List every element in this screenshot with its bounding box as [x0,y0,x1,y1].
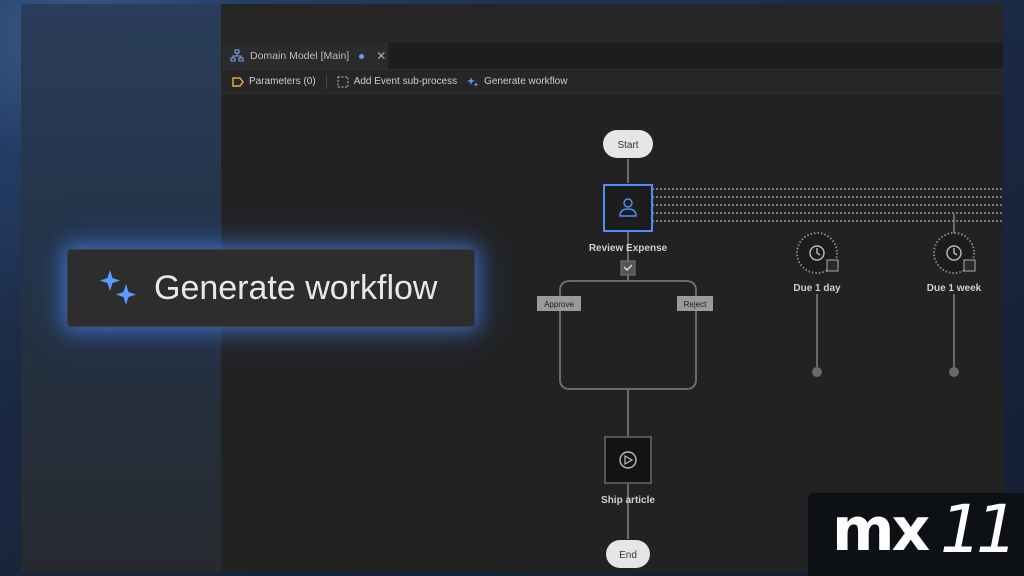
approve-label-tag[interactable]: Approve [537,296,581,311]
end-label: End [619,550,637,561]
event-subprocess-icon [337,76,349,87]
tab-domain-model[interactable]: Domain Model [Main] ✕ [222,43,388,69]
mendix-logo: mx 11 [808,491,1024,576]
unsaved-dot [359,53,365,59]
callout-label: Generate workflow [154,268,438,307]
sparkle-icon [467,76,479,87]
close-icon[interactable]: ✕ [376,49,386,63]
generate-workflow-button[interactable]: Generate workflow [467,76,567,88]
decision-checkbox[interactable] [620,260,636,276]
end-dot-day [812,367,822,377]
add-event-subprocess-button[interactable]: Add Event sub-process [337,76,457,88]
ship-article-task[interactable]: Ship article [601,436,655,506]
toolbar: Parameters (0) Add Event sub-process Gen… [222,70,1003,94]
brand-version: 11 [940,491,1018,568]
start-label: Start [617,140,638,151]
brand-mx: mx [832,495,930,565]
review-expense-task[interactable]: Review Expense [589,184,668,254]
timer-due-day[interactable]: Due 1 day [793,232,841,294]
due-day-label: Due 1 day [793,283,841,294]
approve-label: Approve [544,300,574,309]
ship-article-label: Ship article [601,495,655,506]
parameters-icon [232,76,244,87]
tab-title: Domain Model [Main] [250,50,350,62]
reject-label: Reject [684,300,707,309]
workflow-icon [230,49,244,62]
due-week-label: Due 1 week [927,283,982,294]
tab-bar: Domain Model [Main] ✕ [222,43,1003,70]
parameters-button[interactable]: Parameters (0) [232,76,316,87]
end-dot-week [949,367,959,377]
reject-label-tag[interactable]: Reject [677,296,713,311]
add-event-label: Add Event sub-process [353,76,458,87]
timer-due-week[interactable]: Due 1 week [927,232,982,294]
end-node[interactable]: End [606,540,650,568]
start-node[interactable]: Start [603,130,653,158]
note-icon [963,259,976,272]
timer-boundary-lines [652,188,1003,222]
review-expense-label: Review Expense [589,243,668,254]
generate-workflow-label: Generate workflow [484,76,568,87]
parameters-label: Parameters (0) [249,76,316,87]
toolbar-divider [325,74,327,89]
sparkle-icon [100,270,136,305]
note-icon [826,259,839,272]
generate-workflow-callout[interactable]: Generate workflow [67,249,475,327]
